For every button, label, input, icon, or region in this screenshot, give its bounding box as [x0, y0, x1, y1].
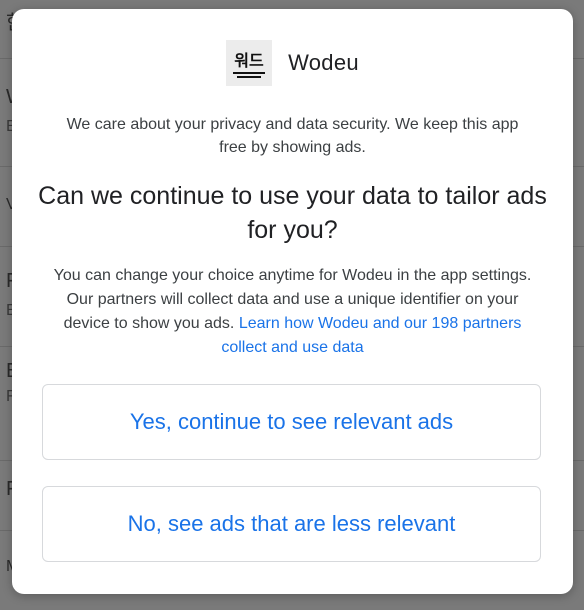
- learn-more-link[interactable]: Learn how Wodeu and our 198 partners col…: [221, 315, 521, 356]
- app-logo-text: 워드: [234, 51, 264, 70]
- app-logo: 워드: [226, 40, 273, 86]
- privacy-intro: We care about your privacy and data secu…: [66, 116, 519, 156]
- consent-no-button[interactable]: No, see ads that are less relevant: [42, 486, 541, 562]
- consent-details: You can change your choice anytime for W…: [46, 264, 539, 360]
- app-brand: 워드 Wodeu: [12, 39, 573, 87]
- consent-dialog: 워드 Wodeu We care about your privacy and …: [12, 9, 573, 594]
- app-name: Wodeu: [288, 50, 359, 75]
- app-logo-mark: 워드: [231, 45, 268, 81]
- consent-yes-button[interactable]: Yes, continue to see relevant ads: [42, 384, 541, 460]
- consent-question: Can we continue to use your data to tail…: [38, 182, 547, 244]
